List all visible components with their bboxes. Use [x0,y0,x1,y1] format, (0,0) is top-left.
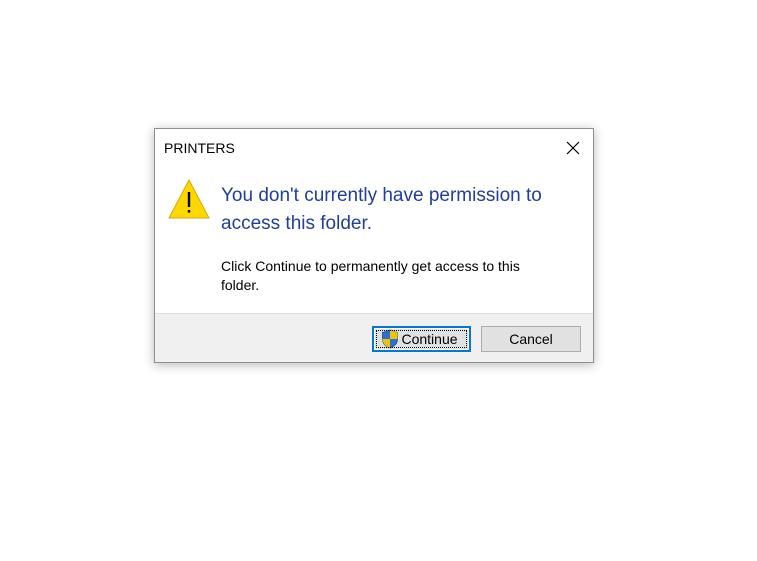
continue-button[interactable]: Continue [372,326,471,352]
cancel-button-label: Cancel [509,331,553,347]
secondary-text: Click Continue to permanently get access… [221,258,520,293]
dialog-footer: Continue Cancel [155,313,593,362]
dialog-titlebar: PRINTERS [155,129,593,167]
permission-dialog: PRINTERS You don't currently have permis… [154,128,594,363]
close-button[interactable] [559,134,587,162]
close-icon [566,141,580,155]
dialog-content: You don't currently have permission to a… [155,167,593,313]
uac-shield-icon [382,329,399,349]
warning-icon [168,179,210,219]
desktop-background: PRINTERS You don't currently have permis… [0,0,757,561]
dialog-title: PRINTERS [164,140,235,156]
continue-button-label: Continue [401,331,458,347]
cancel-button[interactable]: Cancel [481,326,581,352]
main-instruction: You don't currently have permission to a… [221,185,542,234]
